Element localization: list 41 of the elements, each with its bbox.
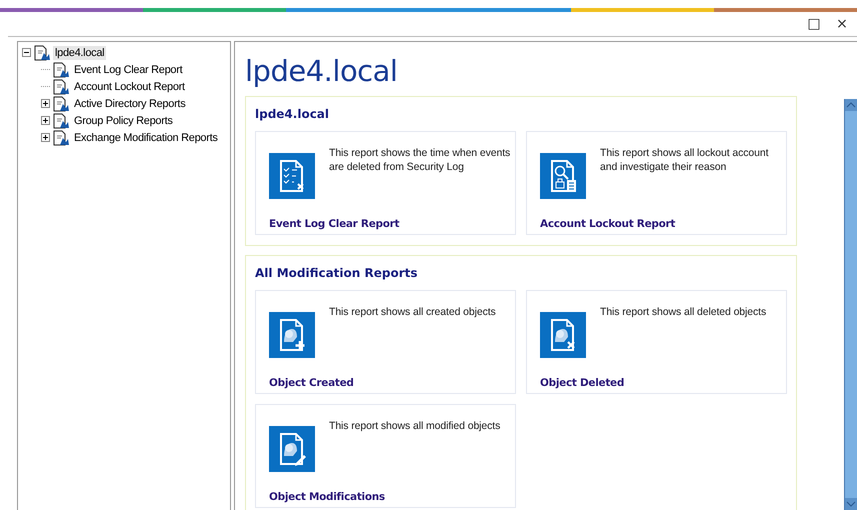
- report-card[interactable]: This report shows all deleted objects Object Deleted: [526, 290, 787, 394]
- expand-icon[interactable]: [41, 99, 50, 108]
- report-icon: [52, 96, 70, 112]
- document-search-lock-icon: [540, 153, 586, 199]
- report-card[interactable]: This report shows all created objects Object Created: [255, 290, 516, 394]
- maximize-button[interactable]: □: [803, 16, 825, 32]
- report-icon: [52, 112, 70, 128]
- tree-item[interactable]: Exchange Modification Reports: [72, 130, 220, 144]
- report-description: This report shows all lockout account and investigate their reason: [600, 146, 770, 175]
- section-heading: lpde4.local: [255, 107, 330, 121]
- close-button[interactable]: ×: [831, 16, 853, 32]
- report-card[interactable]: This report shows all lockout account and investigate their reason Account Lockout Report: [526, 131, 787, 235]
- tree-item[interactable]: Group Policy Reports: [72, 114, 175, 128]
- report-card[interactable]: This report shows all modified objects Object Modifications: [255, 404, 516, 508]
- collapse-icon[interactable]: [22, 48, 31, 57]
- report-icon: [33, 44, 51, 60]
- checklist-document-icon: [269, 153, 315, 199]
- expand-icon[interactable]: [41, 116, 50, 125]
- report-title: Object Modifications: [269, 491, 386, 503]
- report-description: This report shows all deleted objects: [600, 305, 768, 320]
- tree-item[interactable]: Active Directory Reports: [72, 96, 188, 110]
- report-title: Object Created: [269, 377, 355, 389]
- report-description: This report shows the time when events are deleted from Security Log: [329, 146, 511, 175]
- document-delete-icon: [540, 312, 586, 358]
- report-description: This report shows all modified objects: [329, 419, 502, 434]
- report-title: Account Lockout Report: [540, 218, 676, 230]
- tree-item[interactable]: Account Lockout Report: [72, 80, 187, 94]
- page-title: lpde4.local: [245, 54, 398, 88]
- report-description: This report shows all created objects: [329, 305, 497, 320]
- report-title: Object Deleted: [540, 377, 626, 389]
- report-icon: [52, 78, 70, 94]
- tree-item[interactable]: Event Log Clear Report: [72, 62, 184, 76]
- expand-icon[interactable]: [41, 133, 50, 142]
- tree-item[interactable]: lpde4.local: [53, 46, 106, 60]
- report-icon: [52, 130, 70, 146]
- document-add-icon: [269, 312, 315, 358]
- document-edit-icon: [269, 426, 315, 472]
- report-card[interactable]: This report shows the time when events are deleted from Security Log Event Log Clear Report: [255, 131, 516, 235]
- report-title: Event Log Clear Report: [269, 218, 400, 230]
- section-heading: All Modification Reports: [255, 266, 419, 280]
- report-icon: [52, 62, 70, 78]
